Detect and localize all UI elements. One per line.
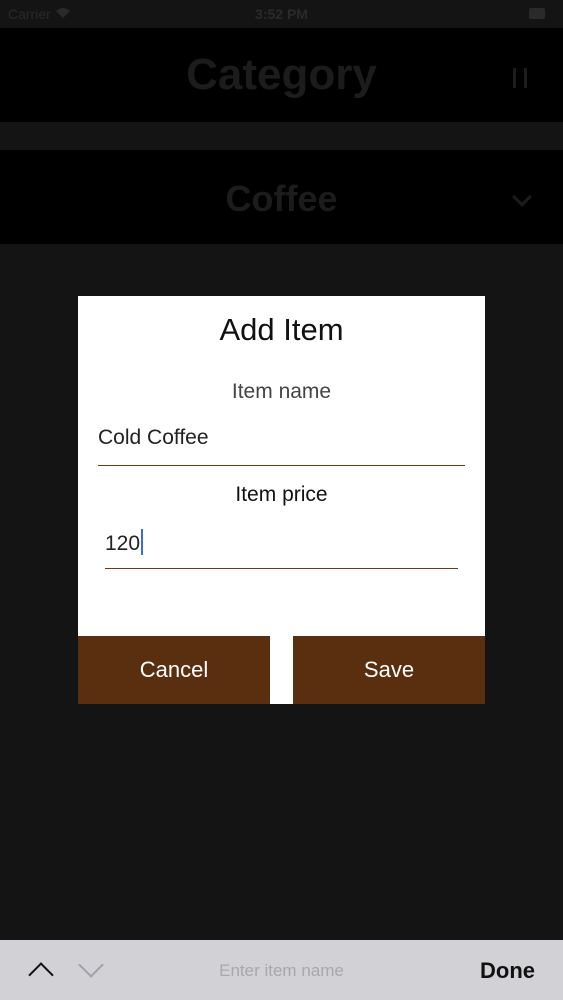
category-row[interactable]: Coffee	[0, 150, 563, 244]
field-hint: Enter item name	[219, 961, 344, 980]
section-divider	[0, 122, 563, 150]
category-label: Coffee	[225, 178, 338, 219]
item-price-value: 120	[105, 532, 141, 555]
app-header: Category	[0, 28, 563, 122]
item-name-label: Item name	[231, 380, 332, 403]
status-time: 3:52 PM	[255, 6, 308, 22]
cancel-button[interactable]: Cancel	[78, 636, 270, 704]
text-caret	[141, 529, 144, 555]
dialog-title: Add Item	[219, 312, 344, 347]
battery-icon	[529, 8, 545, 19]
item-price-label: Item price	[235, 483, 328, 506]
done-button[interactable]: Done	[480, 958, 535, 984]
item-name-value: Cold Coffee	[98, 426, 209, 449]
add-item-dialog: Add Item Item name Cold Coffee Item pric…	[78, 296, 485, 704]
item-price-text: 120	[105, 529, 144, 556]
item-price-input[interactable]: 120	[105, 525, 458, 569]
item-name-input[interactable]: Cold Coffee	[98, 422, 465, 466]
keyboard-toolbar: Enter item name Done	[0, 940, 563, 1000]
page-title: Category	[186, 50, 377, 99]
status-bar: Carrier 3:52 PM	[0, 0, 563, 28]
save-button[interactable]: Save	[293, 636, 485, 704]
menu-icon[interactable]	[513, 68, 527, 88]
